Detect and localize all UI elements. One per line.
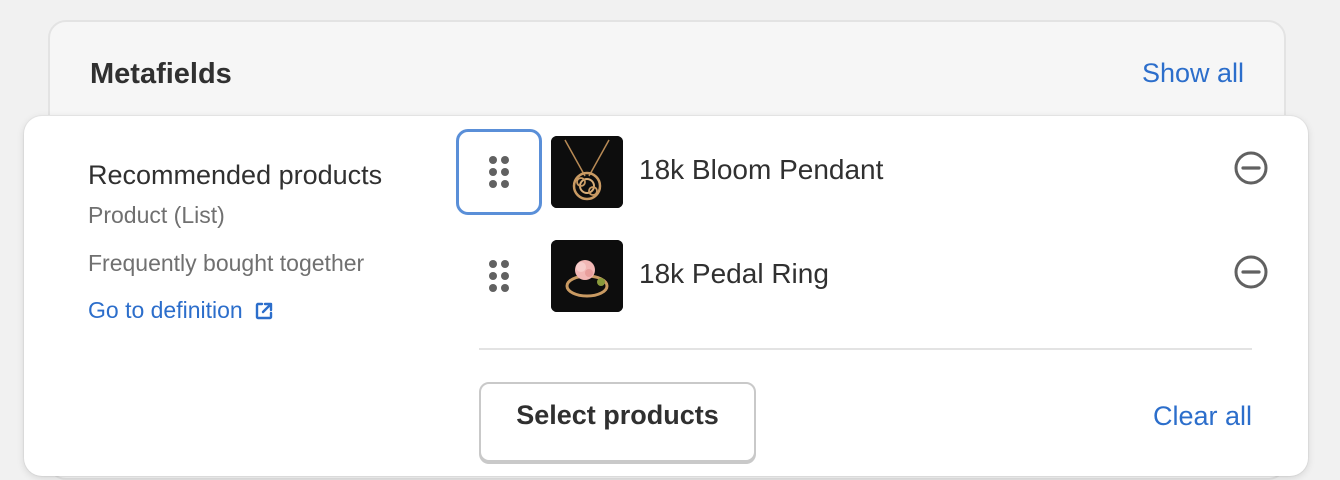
go-to-definition-link[interactable]: Go to definition xyxy=(88,297,275,324)
product-title: 18k Pedal Ring xyxy=(639,258,829,289)
list-item: 18k Bloom Pendant xyxy=(456,129,1276,215)
metafield-editor-panel: Recommended products Product (List) Freq… xyxy=(24,116,1308,476)
clear-all-link[interactable]: Clear all xyxy=(1153,401,1252,432)
product-title: 18k Bloom Pendant xyxy=(639,154,884,185)
card-title: Metafields xyxy=(90,58,232,90)
go-to-definition-label: Go to definition xyxy=(88,297,243,323)
ring-image xyxy=(551,240,623,312)
remove-circle-icon[interactable] xyxy=(1226,247,1276,297)
field-description: Frequently bought together xyxy=(88,250,365,276)
external-link-icon xyxy=(255,302,272,319)
list-item: 18k Pedal Ring xyxy=(456,233,1276,313)
show-all-link[interactable]: Show all xyxy=(1142,58,1244,89)
pendant-image xyxy=(551,136,623,208)
divider xyxy=(479,348,1252,350)
drag-handle-icon[interactable] xyxy=(456,129,542,215)
field-name: Recommended products xyxy=(88,160,383,190)
drag-handle-icon[interactable] xyxy=(456,233,542,319)
field-type: Product (List) xyxy=(88,202,225,228)
select-products-button[interactable]: Select products xyxy=(479,382,756,462)
remove-circle-icon[interactable] xyxy=(1226,143,1276,193)
